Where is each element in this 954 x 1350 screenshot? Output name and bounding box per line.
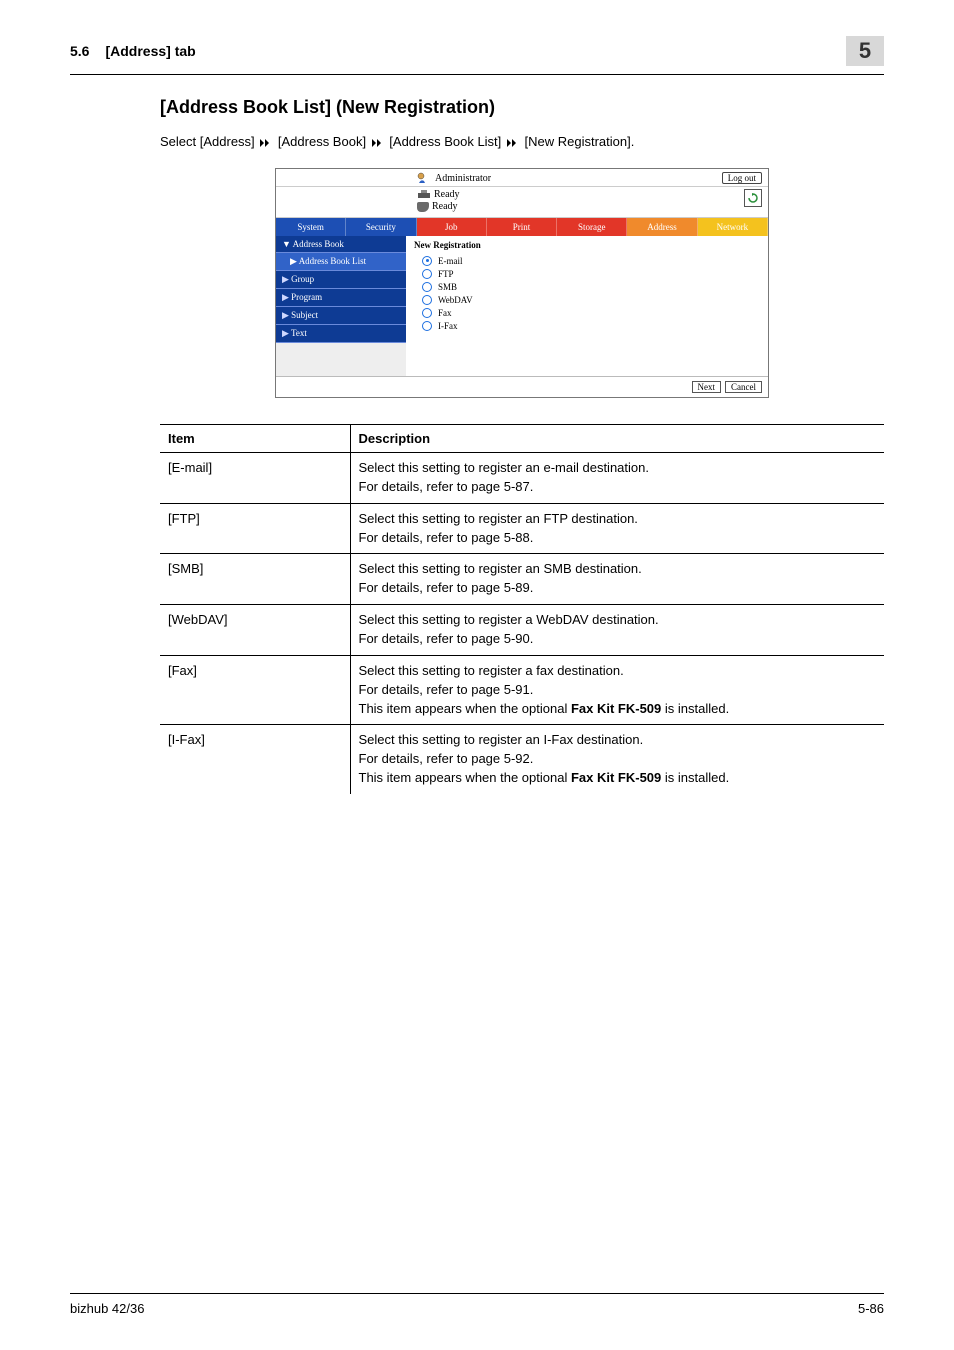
next-button[interactable]: Next xyxy=(692,381,722,393)
table-row: [E-mail]Select this setting to register … xyxy=(160,453,884,504)
section-label: [Address] tab xyxy=(105,43,195,59)
admin-label: Administrator xyxy=(435,173,491,184)
refresh-button[interactable] xyxy=(744,189,762,207)
page-footer: bizhub 42/36 5-86 xyxy=(70,1293,884,1316)
tab-storage[interactable]: Storage xyxy=(557,218,627,236)
sidebar-item-program[interactable]: ▶ Program xyxy=(276,289,406,307)
radio-icon xyxy=(422,256,432,266)
table-row: [Fax]Select this setting to register a f… xyxy=(160,655,884,725)
tab-security[interactable]: Security xyxy=(346,218,416,236)
sidebar-item-addressbooklist[interactable]: ▶ Address Book List xyxy=(276,253,406,271)
table-row: [FTP]Select this setting to register an … xyxy=(160,503,884,554)
radio-label: Fax xyxy=(438,308,452,318)
radio-icon xyxy=(422,269,432,279)
sidebar-item-addressbook[interactable]: ▼ Address Book xyxy=(276,236,406,253)
cell-item: [I-Fax] xyxy=(160,725,350,794)
admin-icon xyxy=(417,172,431,184)
footer-right: 5-86 xyxy=(858,1301,884,1316)
radio-icon xyxy=(422,282,432,292)
cell-description: Select this setting to register an SMB d… xyxy=(350,554,884,605)
cell-item: [FTP] xyxy=(160,503,350,554)
cell-description: Select this setting to register a fax de… xyxy=(350,655,884,725)
sidebar-item-text[interactable]: ▶ Text xyxy=(276,325,406,343)
sidebar-item-subject[interactable]: ▶ Subject xyxy=(276,307,406,325)
cell-description: Select this setting to register an I-Fax… xyxy=(350,725,884,794)
status-text-2: Ready xyxy=(432,201,458,213)
cell-item: [WebDAV] xyxy=(160,605,350,656)
cell-item: [Fax] xyxy=(160,655,350,725)
radio-option[interactable]: SMB xyxy=(414,280,760,293)
cell-description: Select this setting to register a WebDAV… xyxy=(350,605,884,656)
tab-network[interactable]: Network xyxy=(698,218,768,236)
status-text-1: Ready xyxy=(434,189,460,201)
sidebar: ▼ Address Book ▶ Address Book List ▶ Gro… xyxy=(276,236,406,376)
cell-description: Select this setting to register an e-mai… xyxy=(350,453,884,504)
th-item: Item xyxy=(160,425,350,453)
content-main: New Registration E-mail FTP SMB WebDAV Fax I-… xyxy=(406,236,768,376)
content-header: New Registration xyxy=(414,240,760,250)
radio-option[interactable]: Fax xyxy=(414,306,760,319)
page-title: [Address Book List] (New Registration) xyxy=(160,97,884,118)
scanner-icon xyxy=(417,202,429,212)
tab-system[interactable]: System xyxy=(276,218,346,236)
radio-icon xyxy=(422,308,432,318)
radio-option[interactable]: FTP xyxy=(414,267,760,280)
radio-label: WebDAV xyxy=(438,295,473,305)
page-header: 5.6 [Address] tab 5 xyxy=(70,36,884,75)
cancel-button[interactable]: Cancel xyxy=(725,381,762,393)
section-number: 5.6 xyxy=(70,43,89,59)
radio-option[interactable]: I-Fax xyxy=(414,319,760,332)
th-description: Description xyxy=(350,425,884,453)
tab-address[interactable]: Address xyxy=(627,218,697,236)
printer-icon xyxy=(417,190,431,201)
radio-icon xyxy=(422,321,432,331)
radio-label: E-mail xyxy=(438,256,463,266)
sidebar-item-group[interactable]: ▶ Group xyxy=(276,271,406,289)
tabs-row: System Security Job Print Storage Addres… xyxy=(276,218,768,236)
radio-label: FTP xyxy=(438,269,454,279)
logout-button[interactable]: Log out xyxy=(722,172,762,184)
table-row: [WebDAV]Select this setting to register … xyxy=(160,605,884,656)
app-screenshot: Administrator Log out Ready xyxy=(275,168,769,398)
footer-left: bizhub 42/36 xyxy=(70,1301,144,1316)
radio-icon xyxy=(422,295,432,305)
table-row: [I-Fax]Select this setting to register a… xyxy=(160,725,884,794)
breadcrumb: Select [Address] [Address Book] [Address… xyxy=(160,134,884,150)
cell-description: Select this setting to register an FTP d… xyxy=(350,503,884,554)
chapter-number: 5 xyxy=(846,36,884,66)
tab-job[interactable]: Job xyxy=(417,218,487,236)
table-row: [SMB]Select this setting to register an … xyxy=(160,554,884,605)
radio-option[interactable]: WebDAV xyxy=(414,293,760,306)
cell-item: [E-mail] xyxy=(160,453,350,504)
radio-label: I-Fax xyxy=(438,321,458,331)
cell-item: [SMB] xyxy=(160,554,350,605)
radio-label: SMB xyxy=(438,282,457,292)
refresh-icon xyxy=(747,192,759,204)
description-table: Item Description [E-mail]Select this set… xyxy=(160,424,884,794)
tab-print[interactable]: Print xyxy=(487,218,557,236)
radio-option[interactable]: E-mail xyxy=(414,254,760,267)
